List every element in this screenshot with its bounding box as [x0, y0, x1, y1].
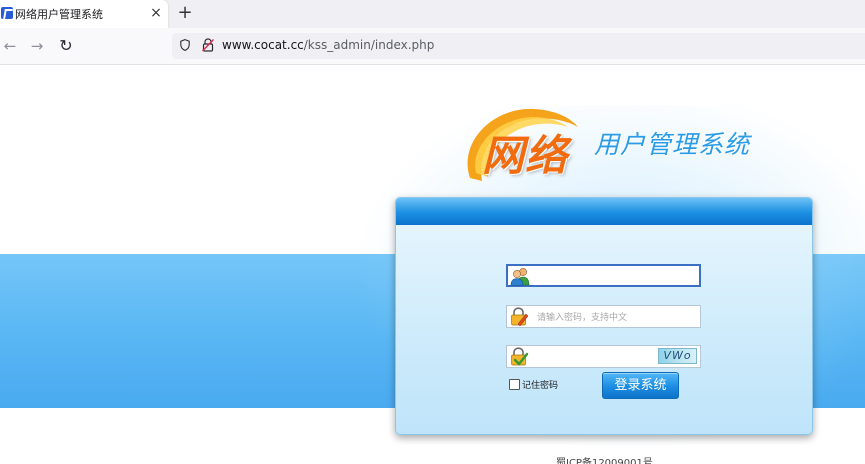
back-arrow-icon[interactable]: ←: [0, 36, 20, 56]
lock-pencil-icon: [511, 307, 529, 326]
username-field[interactable]: [506, 264, 701, 287]
remember-checkbox[interactable]: [509, 379, 520, 390]
page-content: 网络 用户管理系统 VWo 记住密码 登录系统 蜀ICP备12009001号: [0, 65, 865, 464]
address-bar[interactable]: www.cocat.cc/kss_admin/index.php: [172, 33, 865, 59]
lock-check-icon: [511, 347, 529, 366]
shield-icon[interactable]: [180, 39, 190, 51]
site-favicon-icon: [1, 7, 13, 19]
reload-icon[interactable]: ↻: [56, 36, 76, 56]
url-path: /kss_admin/index.php: [303, 38, 435, 52]
insecure-lock-icon[interactable]: [202, 38, 214, 52]
new-tab-icon[interactable]: +: [176, 3, 194, 23]
url-text[interactable]: www.cocat.cc/kss_admin/index.php: [222, 38, 434, 52]
forward-arrow-icon[interactable]: →: [27, 36, 47, 56]
logo-main-text: 网络: [482, 131, 569, 180]
users-icon: [510, 268, 530, 286]
captcha-image[interactable]: VWo: [658, 348, 697, 364]
login-button[interactable]: 登录系统: [602, 372, 679, 399]
remember-label: 记住密码: [522, 381, 559, 391]
navigation-bar: ← → ↻ www.cocat.cc/kss_admin/index.php: [0, 28, 865, 65]
captcha-field[interactable]: VWo: [506, 345, 701, 368]
login-panel: VWo 记住密码 登录系统: [395, 197, 813, 435]
close-tab-icon[interactable]: ×: [149, 5, 163, 21]
password-field[interactable]: [506, 305, 701, 328]
icp-footer: 蜀ICP备12009001号: [556, 458, 653, 464]
logo-sub-text: 用户管理系统: [594, 130, 751, 159]
tab-strip: 网络用户管理系统 × +: [0, 0, 865, 28]
login-panel-header: [396, 198, 812, 225]
url-host: www.cocat.cc: [222, 38, 304, 52]
username-input[interactable]: [536, 268, 700, 287]
tab-title: 网络用户管理系统: [15, 8, 103, 21]
password-input[interactable]: [535, 308, 699, 327]
browser-tab[interactable]: 网络用户管理系统 ×: [0, 0, 168, 28]
